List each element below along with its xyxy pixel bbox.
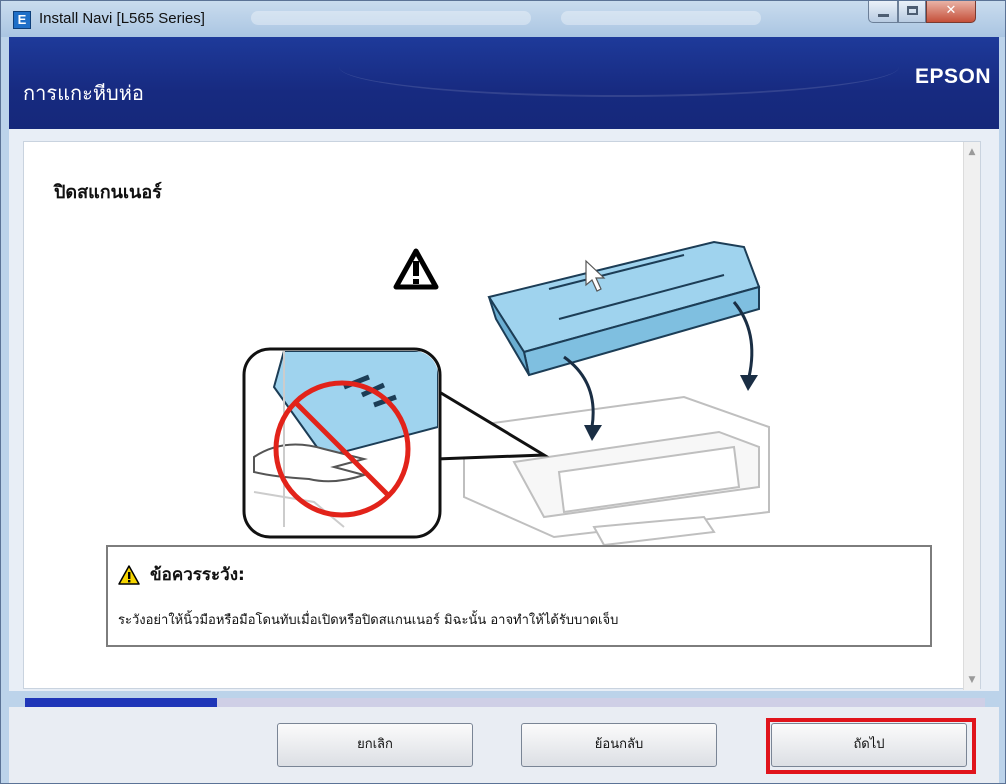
warning-triangle-icon xyxy=(393,248,439,290)
epson-logo: EPSON xyxy=(914,65,991,88)
progress-fill xyxy=(25,698,217,707)
caution-warning-icon xyxy=(118,564,140,585)
section-title: ปิดสแกนเนอร์ xyxy=(54,182,162,203)
page-title: การแกะหีบห่อ xyxy=(23,81,144,105)
close-button[interactable]: ✕ xyxy=(926,1,976,23)
instruction-panel: ปิดสแกนเนอร์ ข้อควรระวัง: ระวังอย่าให้นิ… xyxy=(23,141,981,690)
scroll-up-icon[interactable]: ▲ xyxy=(964,144,980,160)
cancel-button[interactable]: ยกเลิก xyxy=(277,723,473,767)
caution-title: ข้อควรระวัง: xyxy=(150,565,245,585)
back-button[interactable]: ย้อนกลับ xyxy=(521,723,717,767)
scanner-lid xyxy=(487,240,761,377)
maximize-icon xyxy=(907,6,918,15)
minimize-icon xyxy=(878,14,889,17)
next-button-highlight xyxy=(766,718,976,774)
installer-window: E Install Navi [L565 Series] ✕ การแกะหีบ… xyxy=(0,0,1006,784)
caution-header: ข้อควรระวัง: xyxy=(118,561,245,588)
title-bar[interactable]: E Install Navi [L565 Series] ✕ xyxy=(1,1,1005,37)
titlebar-decoration xyxy=(251,11,531,25)
content-area: ปิดสแกนเนอร์ ข้อควรระวัง: ระวังอย่าให้นิ… xyxy=(9,129,999,691)
caution-text: ระวังอย่าให้นิ้วมือหรือมือโดนทับเมื่อเปิ… xyxy=(118,613,619,628)
install-progress-bar xyxy=(25,698,985,707)
scroll-down-icon[interactable]: ▼ xyxy=(964,672,980,688)
vertical-scrollbar[interactable]: ▲ ▼ xyxy=(963,142,980,690)
button-bar: ยกเลิก ย้อนกลับ ถัดไป xyxy=(9,707,999,783)
window-title: Install Navi [L565 Series] xyxy=(39,10,205,27)
header-banner: การแกะหีบห่อ EPSON xyxy=(9,37,999,129)
caution-box: ข้อควรระวัง: ระวังอย่าให้นิ้วมือหรือมือโ… xyxy=(106,545,932,647)
printer-drawing xyxy=(463,395,770,547)
close-scanner-illustration xyxy=(242,240,770,547)
close-icon: ✕ xyxy=(945,3,957,18)
arrow-head-icon xyxy=(740,375,758,391)
app-icon: E xyxy=(13,11,31,29)
minimize-button[interactable] xyxy=(868,1,898,23)
header-decoration xyxy=(339,37,899,97)
maximize-button[interactable] xyxy=(898,1,926,23)
titlebar-decoration xyxy=(561,11,761,25)
